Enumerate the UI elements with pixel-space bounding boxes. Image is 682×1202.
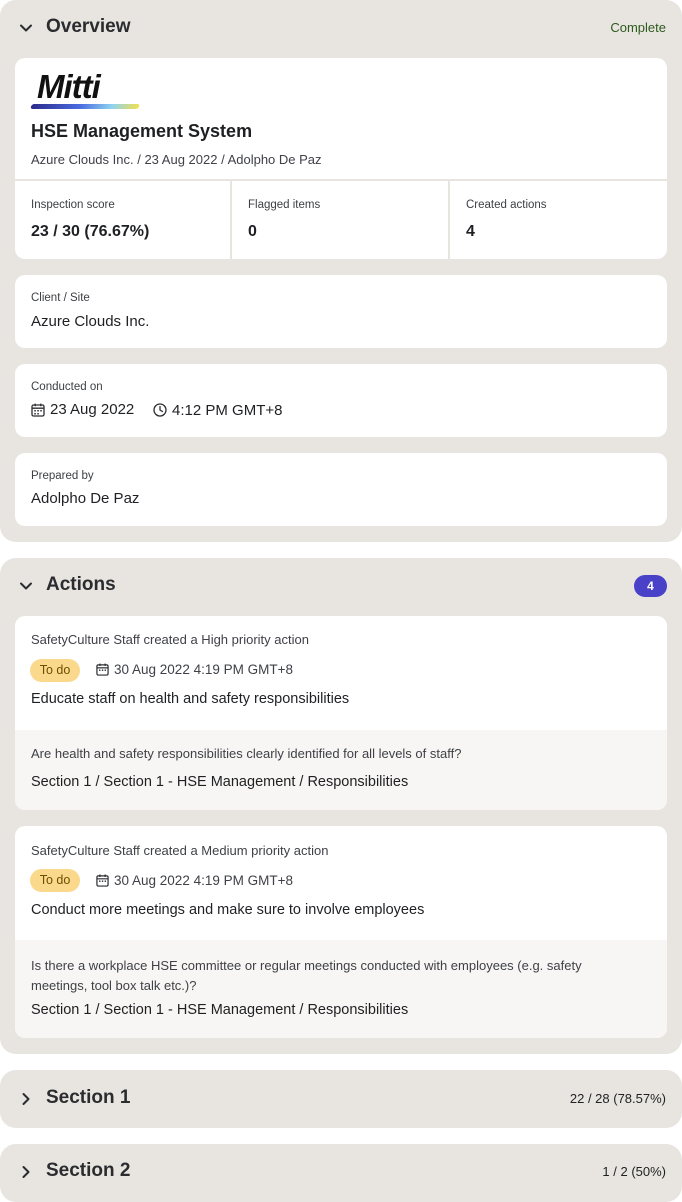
action-question-area: Are health and safety responsibilities c… [15, 730, 667, 810]
report-header-card: Mitti HSE Management System Azure Clouds… [15, 58, 667, 259]
chevron-right-icon [22, 1166, 30, 1178]
system-title: HSE Management System [31, 121, 253, 141]
action-question: Are health and safety responsibilities c… [31, 746, 462, 761]
section-title: Section 2 [46, 1160, 131, 1181]
action-title: Educate staff on health and safety respo… [31, 691, 350, 707]
section-score: 22 / 28 (78.57%) [569, 1091, 666, 1106]
chevron-down-icon [20, 24, 32, 32]
stat-value: 23 / 30 (76.67%) [31, 223, 150, 240]
brand-logo-text: Mitti [37, 68, 101, 105]
actions-header[interactable]: Actions 4 [0, 558, 682, 614]
action-card[interactable]: SafetyCulture Staff created a High prior… [15, 616, 667, 810]
stat-label: Flagged items [248, 199, 321, 211]
stat-label: Created actions [466, 199, 547, 211]
overview-title: Overview [46, 16, 131, 37]
stat-inspection-score: Inspection score 23 / 30 (76.67%) [15, 181, 232, 259]
action-path: Section 1 / Section 1 - HSE Management /… [31, 1002, 409, 1018]
actions-title: Actions [46, 574, 116, 595]
brand-logo-swoosh [30, 104, 140, 109]
clock-icon [153, 403, 167, 417]
conducted-time: 4:12 PM GMT+8 [172, 402, 283, 419]
conducted-date: 23 Aug 2022 [50, 401, 135, 418]
actions-panel: Actions 4 SafetyCulture Staff created a … [0, 558, 682, 1054]
overview-header[interactable]: Overview Complete [0, 0, 682, 56]
status-badge: Complete [610, 20, 666, 35]
client-site-value: Azure Clouds Inc. [31, 313, 150, 330]
action-due-date: 30 Aug 2022 4:19 PM GMT+8 [114, 873, 293, 888]
calendar-icon [31, 403, 45, 417]
section-panel[interactable]: Section 2 1 / 2 (50%) [0, 1144, 682, 1202]
section-score: 1 / 2 (50%) [602, 1164, 666, 1179]
brand-logo: Mitti [30, 68, 141, 112]
action-creator: SafetyCulture Staff created a Medium pri… [31, 843, 329, 858]
action-card[interactable]: SafetyCulture Staff created a Medium pri… [15, 826, 667, 1038]
section-panel[interactable]: Section 1 22 / 28 (78.57%) [0, 1070, 682, 1128]
stat-flagged-items: Flagged items 0 [232, 181, 450, 259]
section-title: Section 1 [46, 1087, 131, 1108]
actions-count-badge: 4 [634, 575, 667, 597]
action-status-badge: To do [30, 869, 80, 892]
client-site-card: Client / Site Azure Clouds Inc. [15, 275, 667, 348]
action-question-area: Is there a workplace HSE committee or re… [15, 940, 667, 1038]
prepared-by-card: Prepared by Adolpho De Paz [15, 453, 667, 526]
action-creator: SafetyCulture Staff created a High prior… [31, 632, 309, 647]
report-subtitle: Azure Clouds Inc. / 23 Aug 2022 / Adolph… [31, 152, 322, 167]
chevron-right-icon [22, 1093, 30, 1105]
conducted-on-label: Conducted on [31, 381, 103, 393]
prepared-by-label: Prepared by [31, 470, 94, 482]
stat-created-actions: Created actions 4 [450, 181, 667, 259]
action-question: Is there a workplace HSE committee or re… [31, 958, 582, 993]
action-path: Section 1 / Section 1 - HSE Management /… [31, 774, 409, 790]
chevron-down-icon [20, 582, 32, 590]
action-due-date: 30 Aug 2022 4:19 PM GMT+8 [114, 662, 293, 677]
calendar-icon [96, 663, 109, 676]
client-site-label: Client / Site [31, 292, 90, 304]
stat-value: 4 [466, 223, 475, 240]
stat-value: 0 [248, 223, 257, 240]
action-title: Conduct more meetings and make sure to i… [31, 902, 425, 918]
stats-row: Inspection score 23 / 30 (76.67%) Flagge… [15, 179, 667, 259]
prepared-by-value: Adolpho De Paz [31, 490, 140, 507]
action-status-badge: To do [30, 659, 80, 682]
conducted-on-card: Conducted on 23 Aug 2022 4:12 PM GMT+8 [15, 364, 667, 437]
stat-label: Inspection score [31, 199, 115, 211]
overview-panel: Overview Complete Mitti HSE Management S… [0, 0, 682, 542]
calendar-icon [96, 874, 109, 887]
